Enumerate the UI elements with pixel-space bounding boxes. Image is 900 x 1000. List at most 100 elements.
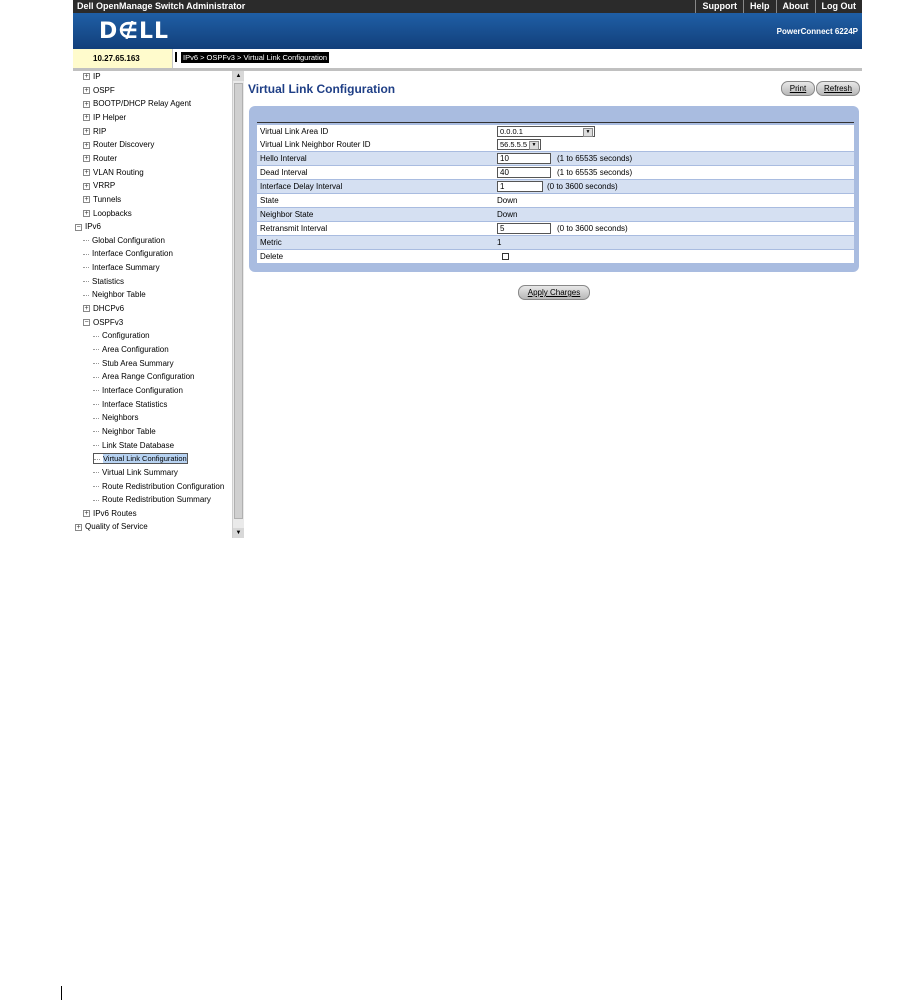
tree-connector-icon (83, 281, 89, 283)
tree-connector-icon (93, 417, 99, 419)
expand-icon[interactable]: + (83, 209, 90, 217)
nav-item[interactable]: Virtual Link Configuration (93, 453, 188, 465)
nav-item[interactable]: + RIP (83, 126, 106, 138)
row-dead-interval: Dead Interval 40 (1 to 65535 seconds) (257, 166, 854, 179)
nav-item-label: VLAN Routing (93, 167, 144, 177)
expand-icon[interactable]: + (83, 168, 90, 176)
dead-interval-input[interactable]: 40 (497, 167, 551, 178)
nav-item[interactable]: Interface Summary (83, 262, 160, 274)
app-title: Dell OpenManage Switch Administrator (77, 1, 246, 11)
nav-item[interactable]: Interface Configuration (93, 385, 183, 397)
nav-tree: + IP + OSPF + BOOTP/DHCP Relay Agent + IP Helpe… (73, 71, 232, 538)
expand-icon[interactable]: + (83, 196, 90, 204)
nav-item[interactable]: + DHCPv6 (83, 303, 124, 315)
expand-icon[interactable]: + (83, 182, 90, 190)
delete-checkbox[interactable] (502, 253, 509, 260)
nav-item-label: Loopbacks (93, 208, 132, 218)
nav-item[interactable]: + Loopbacks (83, 208, 132, 220)
nav-item-label: IPv6 Routes (93, 508, 137, 518)
state-label: State (260, 196, 279, 205)
nav-item[interactable]: Configuration (93, 330, 150, 342)
scroll-thumb[interactable] (234, 83, 243, 519)
nav-item-label: IP (93, 72, 101, 81)
expand-icon[interactable]: + (83, 155, 90, 163)
nav-item[interactable]: Neighbors (93, 412, 138, 424)
area-id-select[interactable]: 0.0.0.1 ▼ (497, 126, 595, 137)
nav-item[interactable]: Stub Area Summary (93, 358, 174, 370)
nav-item[interactable]: Link State Database (93, 440, 174, 452)
nav-item[interactable]: Global Configuration (83, 235, 165, 247)
nav-item[interactable]: + Tunnels (83, 194, 121, 206)
collapse-icon[interactable]: − (83, 319, 90, 327)
breadcrumb-marker (175, 52, 177, 62)
expand-icon[interactable]: + (83, 73, 90, 81)
support-link[interactable]: Support (695, 0, 743, 13)
nav-item[interactable]: + Quality of Service (75, 521, 148, 533)
nav-item-label: VRRP (93, 181, 116, 191)
scroll-up-icon[interactable]: ▲ (233, 71, 244, 81)
expand-icon[interactable]: + (83, 87, 90, 95)
nav-item-label: DHCPv6 (93, 304, 125, 314)
nav-item-label: Interface Configuration (92, 249, 173, 259)
nav-item[interactable]: Interface Configuration (83, 248, 173, 260)
expand-icon[interactable]: + (83, 305, 90, 313)
nav-item[interactable]: + VRRP (83, 180, 115, 192)
apply-changes-button[interactable]: Apply Charges (518, 285, 590, 300)
nav-item[interactable]: Route Redistribution Configuration (93, 481, 224, 493)
expand-icon[interactable]: + (83, 100, 90, 108)
neighbor-router-id-select[interactable]: 56.5.5.5 ▼ (497, 139, 541, 150)
nav-scrollbar[interactable]: ▲ ▼ (232, 71, 244, 538)
tree-connector-icon (93, 485, 99, 487)
nav-item[interactable]: Virtual Link Summary (93, 467, 178, 479)
page-margin-mark (61, 986, 62, 1000)
expand-icon[interactable]: + (83, 127, 90, 135)
nav-item[interactable]: + VLAN Routing (83, 167, 144, 179)
row-metric: Metric 1 (257, 236, 854, 249)
interface-delay-input[interactable]: 1 (497, 181, 543, 192)
print-button[interactable]: Print (781, 81, 815, 96)
nav-item[interactable]: Area Configuration (93, 344, 169, 356)
nav-item[interactable]: − OSPFv3 (83, 317, 123, 329)
nav-item-label: Statistics (92, 276, 125, 286)
tree-connector-icon (94, 458, 100, 460)
logout-link[interactable]: Log Out (814, 0, 863, 13)
about-link[interactable]: About (775, 0, 815, 13)
nav-item[interactable]: + OSPF (83, 85, 115, 97)
help-link[interactable]: Help (742, 0, 776, 13)
delete-label: Delete (260, 252, 284, 261)
nav-item[interactable]: Interface Statistics (93, 399, 167, 411)
nav-item[interactable]: − IPv6 (75, 221, 101, 233)
expand-icon[interactable]: + (83, 141, 90, 149)
breadcrumb: IPv6 > OSPFv3 > Virtual Link Configurati… (181, 52, 330, 63)
nav-item[interactable]: + Router (83, 153, 117, 165)
nav-item[interactable]: + Router Discovery (83, 139, 154, 151)
nav-item[interactable]: Route Redistribution Summary (93, 494, 211, 506)
neighbor-state-value: Down (497, 210, 518, 219)
collapse-icon[interactable]: − (75, 223, 82, 231)
nav-item-label: Virtual Link Configuration (103, 454, 187, 464)
nav-item[interactable]: Area Range Configuration (93, 371, 195, 383)
tree-connector-icon (93, 335, 99, 337)
nav-item-label: RIP (93, 126, 107, 136)
tree-connector-icon (93, 431, 99, 433)
row-state: State Down (257, 194, 854, 207)
nav-item[interactable]: + BOOTP/DHCP Relay Agent (83, 98, 191, 110)
nav-item[interactable]: Neighbor Table (83, 289, 146, 301)
nav-item[interactable]: + IP Helper (83, 112, 126, 124)
nav-item[interactable]: Neighbor Table (93, 426, 156, 438)
nav-item-label: Configuration (102, 331, 150, 341)
expand-icon[interactable]: + (83, 114, 90, 122)
retransmit-interval-input[interactable]: 5 (497, 223, 551, 234)
tree-connector-icon (83, 240, 89, 242)
panel-divider (257, 122, 854, 123)
banner: D∉LL PowerConnect 6224P (73, 13, 862, 49)
nav-item[interactable]: + IPv6 Routes (83, 508, 137, 520)
row-neighbor-router-id: Virtual Link Neighbor Router ID 56.5.5.5… (257, 138, 854, 151)
hello-interval-input[interactable]: 10 (497, 153, 551, 164)
expand-icon[interactable]: + (83, 510, 90, 518)
nav-item[interactable]: + IP (83, 71, 101, 83)
expand-icon[interactable]: + (75, 523, 82, 531)
scroll-down-icon[interactable]: ▼ (233, 528, 244, 538)
nav-item[interactable]: Statistics (83, 276, 124, 288)
refresh-button[interactable]: Refresh (816, 81, 860, 96)
